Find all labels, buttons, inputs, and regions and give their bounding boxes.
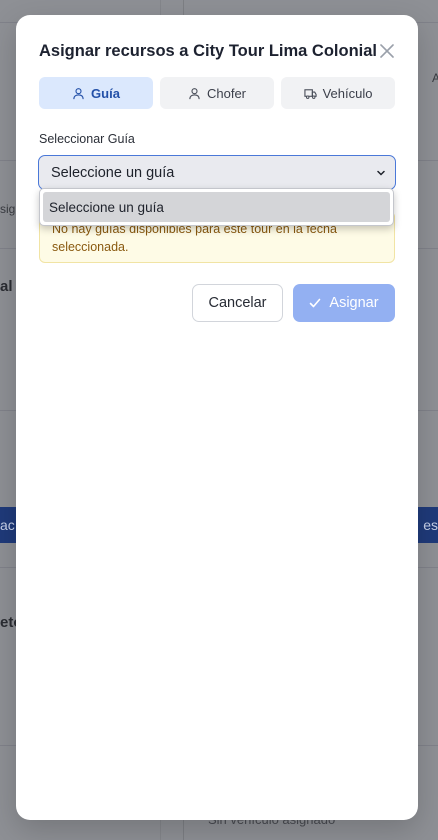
select-dropdown: Seleccione un guía xyxy=(39,188,394,226)
select-value: Seleccione un guía xyxy=(51,164,175,181)
tab-label: Guía xyxy=(91,85,120,101)
tab-guia[interactable]: Guía xyxy=(39,77,153,109)
background-text: A xyxy=(432,71,438,85)
tab-label: Vehículo xyxy=(322,85,373,101)
background-text: sig xyxy=(0,202,16,216)
select-option[interactable]: Seleccione un guía xyxy=(43,192,390,222)
person-icon xyxy=(73,87,84,99)
modal-header: Asignar recursos a City Tour Lima Coloni… xyxy=(39,40,396,62)
assign-label: Asignar xyxy=(329,295,379,311)
cancel-button[interactable]: Cancelar xyxy=(192,284,283,322)
check-icon xyxy=(310,298,321,308)
person-icon xyxy=(189,87,200,99)
background-text: es xyxy=(423,517,438,533)
guide-select[interactable]: Seleccione un guía xyxy=(38,155,396,190)
tab-chofer[interactable]: Chofer xyxy=(160,77,274,109)
field-label: Seleccionar Guía xyxy=(39,132,135,146)
close-button[interactable] xyxy=(377,41,396,61)
assign-resources-modal: Asignar recursos a City Tour Lima Coloni… xyxy=(16,15,418,820)
background-text: ac xyxy=(0,517,15,533)
tab-vehiculo[interactable]: Vehículo xyxy=(281,77,395,109)
truck-icon xyxy=(303,88,317,99)
modal-title: Asignar recursos a City Tour Lima Coloni… xyxy=(39,41,378,60)
assign-button[interactable]: Asignar xyxy=(293,284,395,322)
close-icon xyxy=(379,44,394,58)
chevron-down-icon xyxy=(377,170,385,176)
resource-tabs: Guía Chofer Vehículo xyxy=(39,77,395,109)
background-text: al xyxy=(0,278,13,295)
tab-label: Chofer xyxy=(206,85,247,101)
modal-actions: Cancelar Asignar xyxy=(192,284,395,322)
